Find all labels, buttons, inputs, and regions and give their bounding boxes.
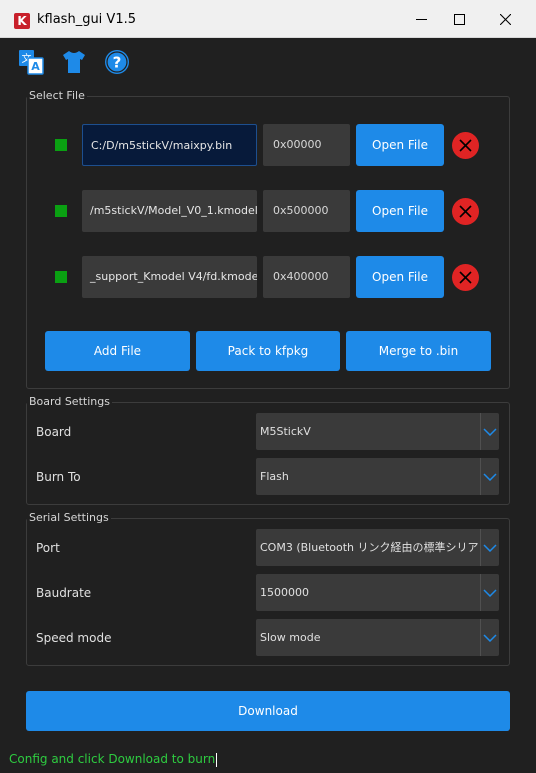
window-title: kflash_gui V1.5 [37, 12, 136, 27]
remove-file-icon[interactable] [451, 131, 480, 160]
merge-to-bin-button[interactable]: Merge to .bin [346, 331, 491, 371]
file-status-indicator [55, 271, 67, 283]
close-icon [499, 13, 511, 25]
open-file-button[interactable]: Open File [356, 124, 444, 166]
svg-text:?: ? [113, 54, 122, 72]
open-file-button[interactable]: Open File [356, 256, 444, 298]
burn-to-select[interactable]: Flash [256, 458, 499, 495]
open-file-button[interactable]: Open File [356, 190, 444, 232]
address-input[interactable]: 0x00000 [263, 124, 350, 166]
remove-file-icon[interactable] [451, 197, 480, 226]
title-bar: K kflash_gui V1.5 [0, 0, 536, 38]
select-file-label: Select File [27, 89, 87, 102]
close-button[interactable] [482, 0, 528, 38]
add-file-button[interactable]: Add File [45, 331, 190, 371]
file-status-indicator [55, 205, 67, 217]
maximize-button[interactable] [436, 0, 482, 38]
status-message: Config and click Download to burn [9, 752, 218, 767]
chevron-down-icon [480, 458, 499, 495]
chevron-down-icon [480, 574, 499, 611]
svg-text:A: A [31, 60, 40, 73]
serial-settings-label: Serial Settings [27, 511, 111, 524]
translate-icon[interactable]: 文 A [17, 48, 45, 76]
file-path-input[interactable]: _support_Kmodel V4/fd.kmodel [82, 256, 257, 298]
chevron-down-icon [480, 619, 499, 656]
app-logo-icon: K [14, 13, 30, 29]
pack-to-kfpkg-button[interactable]: Pack to kfpkg [196, 331, 340, 371]
burn-to-label: Burn To [36, 470, 81, 484]
status-message-text: Config and click Download to burn [9, 752, 216, 766]
speed-mode-select[interactable]: Slow mode [256, 619, 499, 656]
download-button[interactable]: Download [26, 691, 510, 731]
board-select-value: M5StickV [260, 425, 311, 438]
chevron-down-icon [480, 413, 499, 450]
port-select-value: COM3 (Bluetooth リンク経由の標準シリア, [260, 541, 478, 554]
board-settings-label: Board Settings [27, 395, 112, 408]
shirt-icon[interactable] [60, 48, 88, 76]
baudrate-select-value: 1500000 [260, 586, 309, 599]
speed-mode-label: Speed mode [36, 631, 112, 645]
board-select[interactable]: M5StickV [256, 413, 499, 450]
maximize-icon [453, 13, 465, 25]
help-icon[interactable]: ? [103, 48, 131, 76]
text-cursor [216, 752, 218, 767]
baudrate-label: Baudrate [36, 586, 92, 600]
file-path-input[interactable]: C:/D/m5stickV/maixpy.bin [82, 124, 257, 166]
address-input[interactable]: 0x400000 [263, 256, 350, 298]
baudrate-select[interactable]: 1500000 [256, 574, 499, 611]
speed-mode-select-value: Slow mode [260, 631, 321, 644]
chevron-down-icon [480, 529, 499, 566]
address-input[interactable]: 0x500000 [263, 190, 350, 232]
port-label: Port [36, 541, 60, 555]
remove-file-icon[interactable] [451, 263, 480, 292]
file-path-input[interactable]: /m5stickV/Model_V0_1.kmodel [82, 190, 257, 232]
minimize-icon [415, 18, 427, 20]
burn-to-select-value: Flash [260, 470, 289, 483]
file-status-indicator [55, 139, 67, 151]
board-label: Board [36, 425, 72, 439]
port-select[interactable]: COM3 (Bluetooth リンク経由の標準シリア, [256, 529, 499, 566]
